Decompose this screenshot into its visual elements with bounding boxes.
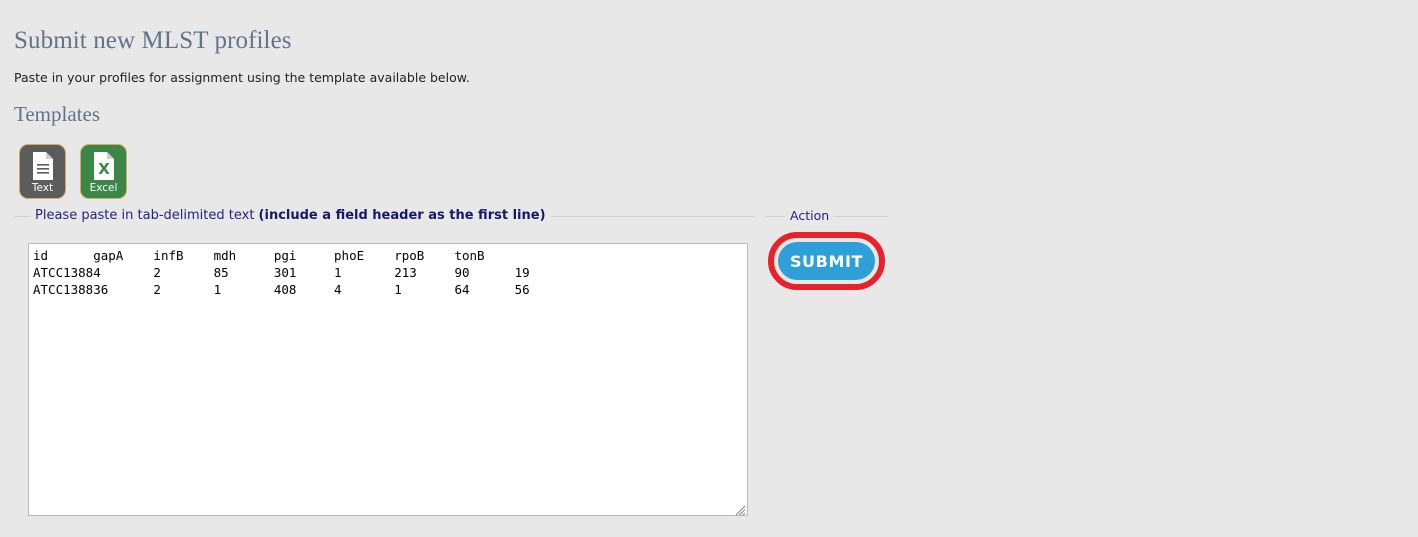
template-excel-label: Excel [89,182,118,194]
action-fieldset-legend: Action [785,208,835,224]
paste-legend-bold: (include a field header as the first lin… [258,208,546,223]
text-file-icon [31,151,55,181]
paste-fieldset-legend: Please paste in tab-delimited text (incl… [30,208,551,224]
templates-heading: Templates [14,102,100,126]
submit-button[interactable]: SUBMIT [778,242,875,280]
template-excel-button[interactable]: X Excel [80,144,127,199]
template-text-button[interactable]: Text [19,144,66,199]
intro-text: Paste in your profiles for assignment us… [14,70,470,85]
page-title: Submit new MLST profiles [14,27,292,54]
excel-file-icon: X [92,151,116,181]
profiles-paste-input[interactable] [28,243,748,516]
template-text-label: Text [31,182,54,194]
svg-text:X: X [98,160,110,178]
paste-legend-normal: Please paste in tab-delimited text [35,208,259,223]
submit-highlight-ring: SUBMIT [768,232,885,290]
templates-row: Text X Excel [19,144,127,199]
